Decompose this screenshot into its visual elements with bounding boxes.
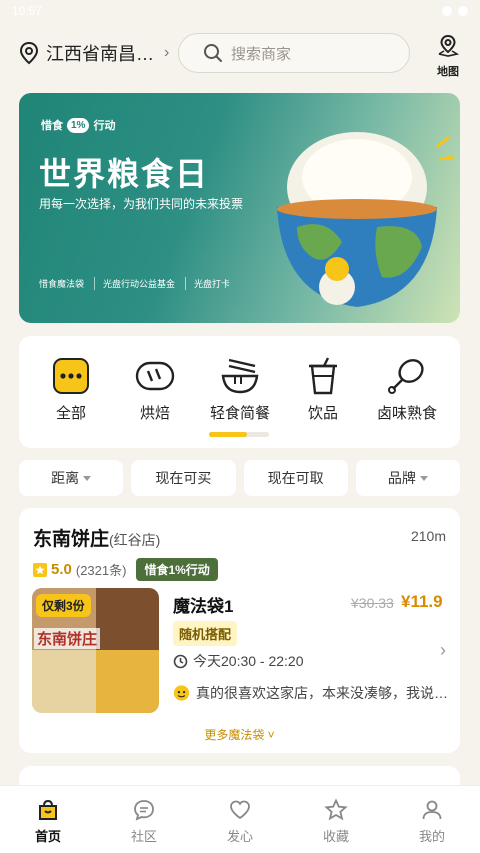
campaign-badge: 惜食1%行动 xyxy=(136,558,218,581)
tab-label: 收藏 xyxy=(322,829,349,844)
bag-name: 魔法袋1 xyxy=(173,597,234,616)
random-mix-tag: 随机搭配 xyxy=(173,621,238,646)
store-name-row: 东南饼庄(红谷店) xyxy=(33,524,160,551)
store-name: 东南饼庄 xyxy=(33,529,110,550)
category-drinks[interactable]: 饮品 xyxy=(283,356,363,423)
filter-label: 品牌 xyxy=(387,470,416,486)
tab-profile[interactable]: 我的 xyxy=(384,786,480,853)
filter-distance[interactable]: 距离 xyxy=(19,460,124,496)
sale-price: ¥11.9 xyxy=(401,592,443,611)
reviewer-avatar-icon xyxy=(173,685,190,701)
tab-label: 首页 xyxy=(34,829,61,844)
store-branch: (红谷店) xyxy=(109,532,161,548)
category-all[interactable]: 全部 xyxy=(31,356,111,423)
banner-brand-action: 行动 xyxy=(93,120,116,132)
stock-badge: 仅剩3份 xyxy=(36,594,91,617)
chevron-right-icon[interactable]: › xyxy=(440,640,446,661)
drink-cup-icon xyxy=(309,357,337,395)
tab-label: 我的 xyxy=(418,829,445,844)
status-bar: 10:57 xyxy=(0,0,480,22)
tab-home[interactable]: 首页 xyxy=(0,786,96,853)
chevron-down-icon: ˅ xyxy=(267,728,275,742)
chat-bubble-icon xyxy=(134,800,154,821)
rice-bowl-illustration xyxy=(277,132,455,307)
home-bag-icon xyxy=(39,799,57,820)
tab-community[interactable]: 社区 xyxy=(96,786,192,853)
rating-score: 5.0 xyxy=(51,561,72,578)
filter-label: 现在可取 xyxy=(267,470,324,486)
category-label: 卤味熟食 xyxy=(376,405,437,422)
map-button[interactable]: 地图 xyxy=(432,34,464,79)
banner-logo-1: 惜食魔法袋 xyxy=(39,279,85,289)
filter-brand[interactable]: 品牌 xyxy=(355,460,460,496)
original-price: ¥30.33 xyxy=(351,595,394,611)
search-bar[interactable]: 搜索商家 xyxy=(178,33,410,73)
more-bags-label: 更多魔法袋 xyxy=(204,728,265,742)
star-icon xyxy=(324,798,348,821)
chevron-right-icon: › xyxy=(164,44,170,61)
profile-icon xyxy=(422,800,442,820)
search-icon xyxy=(204,44,222,62)
review-snippet-row: 真的很喜欢这家店，本来没凑够，我说… xyxy=(173,683,448,703)
all-icon xyxy=(53,358,89,394)
location-pin-icon xyxy=(19,41,39,65)
banner-logo-2: 光盘行动公益基金 xyxy=(94,277,175,290)
category-braised[interactable]: 卤味熟食 xyxy=(367,356,447,423)
noodle-bowl-icon xyxy=(221,358,259,394)
category-label: 烘焙 xyxy=(139,405,170,422)
status-time: 10:57 xyxy=(12,4,43,18)
heart-icon xyxy=(230,800,250,820)
clock-icon xyxy=(173,654,188,668)
tab-label: 社区 xyxy=(130,829,157,844)
rating-row: 5.0 (2321条) 惜食1%行动 xyxy=(33,558,218,581)
more-bags-link[interactable]: 更多魔法袋 ˅ xyxy=(19,726,460,743)
category-label: 饮品 xyxy=(307,405,338,422)
promo-banner[interactable]: 惜食 1% 行动 世界粮食日 用每一次选择，为我们共同的未来投票 惜食魔法袋 光… xyxy=(19,93,460,323)
category-bakery[interactable]: 烘焙 xyxy=(115,356,195,423)
tab-favorites[interactable]: 收藏 xyxy=(288,786,384,853)
drumstick-icon xyxy=(388,359,424,394)
category-scroll-indicator xyxy=(209,432,269,437)
review-count: (2321条) xyxy=(75,563,127,578)
map-pin-icon xyxy=(438,34,460,57)
caret-down-icon xyxy=(83,475,92,481)
status-icons xyxy=(442,6,468,16)
tab-label: 发心 xyxy=(226,829,253,844)
top-bar: 江西省南昌… › 搜索商家 地图 xyxy=(0,30,480,78)
search-placeholder: 搜索商家 xyxy=(231,45,292,63)
wifi-icon xyxy=(442,6,452,16)
caret-down-icon xyxy=(419,475,428,481)
thumbnail-shop-name: 东南饼庄 xyxy=(34,628,101,649)
banner-brand-pct: 1% xyxy=(67,117,90,133)
banner-subtitle: 用每一次选择，为我们共同的未来投票 xyxy=(39,197,244,211)
review-snippet: 真的很喜欢这家店，本来没凑够，我说… xyxy=(196,685,448,701)
filter-bar: 距离 现在可买 现在可取 品牌 xyxy=(19,460,460,496)
filter-label: 距离 xyxy=(51,470,80,486)
store-thumbnail: 东南饼庄 仅剩3份 xyxy=(32,588,159,713)
banner-logos: 惜食魔法袋 光盘行动公益基金 光盘打卡 xyxy=(39,277,230,290)
category-label: 轻食简餐 xyxy=(209,405,270,422)
location-selector[interactable]: 江西省南昌… › xyxy=(18,40,169,66)
banner-title: 世界粮食日 xyxy=(39,156,210,192)
map-label: 地图 xyxy=(437,66,459,78)
store-distance: 210m xyxy=(410,528,446,544)
tab-heart[interactable]: 发心 xyxy=(192,786,288,853)
store-card[interactable]: 东南饼庄(红谷店) 210m 5.0 (2321条) 惜食1%行动 东南饼庄 仅… xyxy=(19,508,460,753)
category-light-meal[interactable]: 轻食简餐 xyxy=(200,356,280,423)
filter-label: 现在可买 xyxy=(155,470,212,486)
filter-buy-now[interactable]: 现在可买 xyxy=(131,460,236,496)
banner-brand-tag: 惜食 1% 行动 xyxy=(41,117,115,133)
star-icon xyxy=(33,562,47,577)
location-text: 江西省南昌… xyxy=(46,44,154,64)
pickup-time-row: 今天20:30 - 22:20 xyxy=(173,651,304,671)
battery-icon xyxy=(458,6,468,16)
banner-brand-name: 惜食 xyxy=(41,120,63,132)
bread-icon xyxy=(135,361,175,391)
bottom-tab-bar: 首页 社区 发心 收藏 我的 xyxy=(0,785,480,853)
category-label: 全部 xyxy=(55,405,86,422)
pickup-time: 今天20:30 - 22:20 xyxy=(193,653,304,669)
category-bar: 全部 烘焙 轻食简餐 饮品 卤味熟食 xyxy=(19,336,460,448)
filter-pickup-now[interactable]: 现在可取 xyxy=(243,460,348,496)
banner-logo-3: 光盘打卡 xyxy=(185,277,230,290)
